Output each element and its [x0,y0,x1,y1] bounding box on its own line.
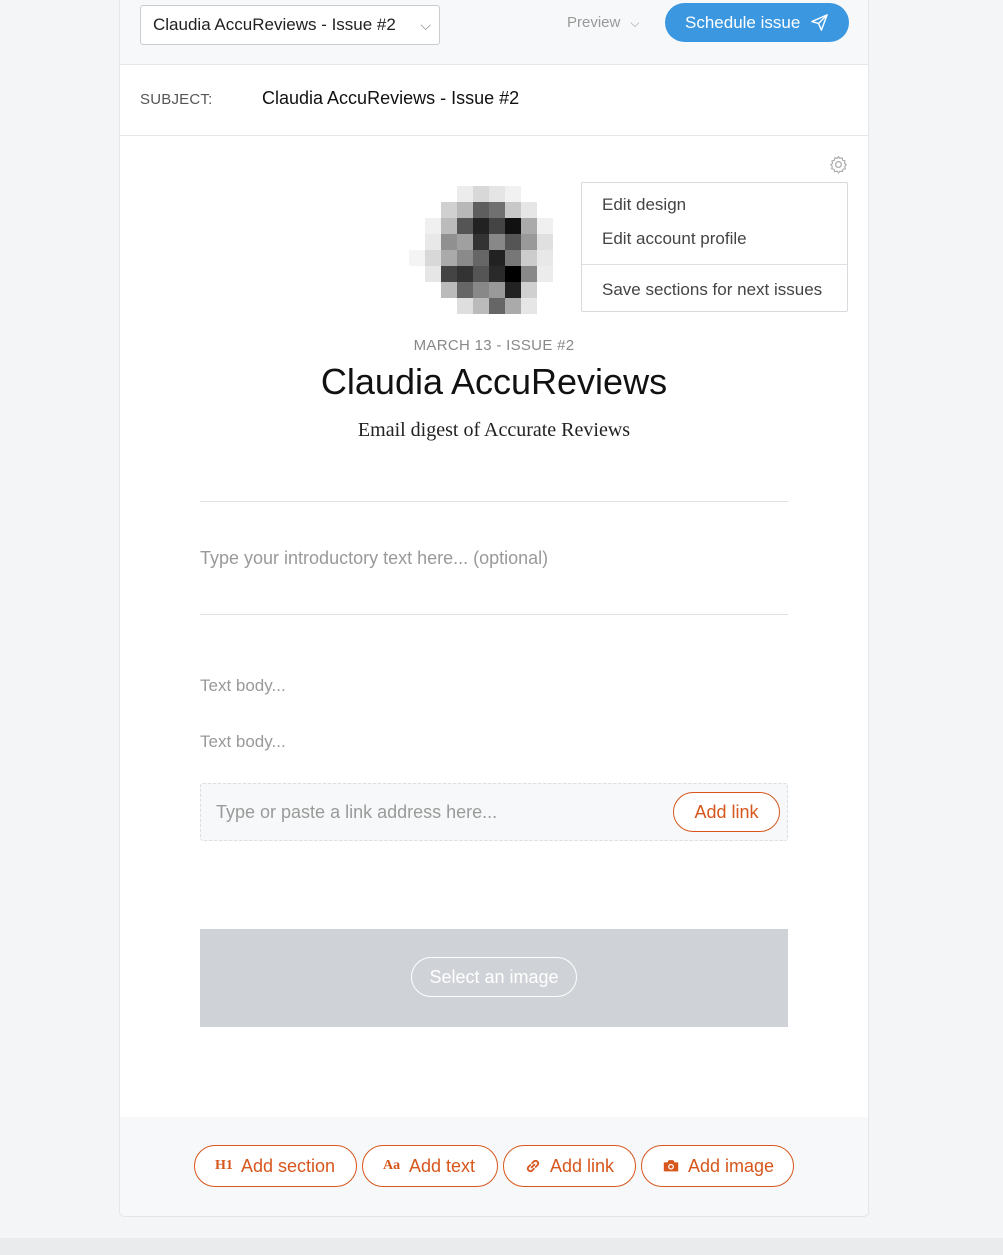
add-text-button[interactable]: Aa Add text [362,1145,498,1187]
add-image-label: Add image [688,1156,775,1176]
link-address-input[interactable]: Type or paste a link address here... [216,802,497,823]
avatar [409,186,553,314]
newsletter-tagline: Email digest of Accurate Reviews [357,419,631,441]
newsletter-title: Claudia AccuReviews [320,361,668,402]
menu-item-edit-design[interactable]: Edit design [602,195,686,215]
select-image-button[interactable]: Select an image [411,957,577,997]
add-section-button[interactable]: H1 Add section [194,1145,357,1187]
schedule-issue-label: Schedule issue [685,13,801,32]
schedule-issue-button[interactable]: Schedule issue [665,3,849,42]
add-block-footer: H1 Add section Aa Add text Add link Add … [120,1117,868,1216]
add-link-button[interactable]: Add link [503,1145,636,1187]
add-text-label: Add text [409,1156,476,1176]
divider [200,614,788,615]
image-placeholder: Select an image [200,929,788,1027]
subject-field[interactable]: Claudia AccuReviews - Issue #2 [262,88,519,109]
menu-item-edit-account-profile[interactable]: Edit account profile [602,229,747,249]
add-link-inline-button[interactable]: Add link [673,792,780,832]
chevron-down-icon: ⌵ [630,16,640,30]
text-body-field[interactable]: Text body... [200,676,286,696]
divider [200,501,788,502]
gear-icon[interactable] [829,155,848,174]
heading-icon: H1 [215,1158,233,1173]
add-section-label: Add section [241,1156,336,1176]
preview-dropdown[interactable]: Preview ⌵ [567,11,639,35]
issue-select[interactable]: Claudia AccuReviews - Issue #2 ⌵ [140,5,440,45]
menu-item-save-sections[interactable]: Save sections for next issues [602,280,822,300]
menu-divider [582,264,847,265]
settings-menu: Edit design Edit account profile Save se… [581,182,848,312]
issue-date-label: MARCH 13 - ISSUE #2 [413,337,575,354]
text-body-field[interactable]: Text body... [200,732,286,752]
add-image-button[interactable]: Add image [641,1145,794,1187]
issue-select-value: Claudia AccuReviews - Issue #2 [153,15,396,34]
add-link-label: Add link [550,1156,615,1176]
preview-label: Preview [567,14,621,31]
chevron-down-icon: ⌵ [420,17,431,33]
subject-row: SUBJECT: Claudia AccuReviews - Issue #2 [120,66,868,136]
link-entry-box: Type or paste a link address here... Add… [200,783,788,841]
subject-label: SUBJECT: [140,91,213,108]
intro-text-field[interactable]: Type your introductory text here... (opt… [200,548,548,569]
link-icon [526,1159,540,1173]
page-bottom-strip [0,1238,1003,1255]
editor-toolbar: Claudia AccuReviews - Issue #2 ⌵ Preview… [120,0,868,65]
issue-editor-card: Claudia AccuReviews - Issue #2 ⌵ Preview… [119,0,869,1217]
camera-icon [663,1160,679,1172]
paper-plane-icon [811,14,828,31]
text-icon: Aa [383,1158,401,1173]
